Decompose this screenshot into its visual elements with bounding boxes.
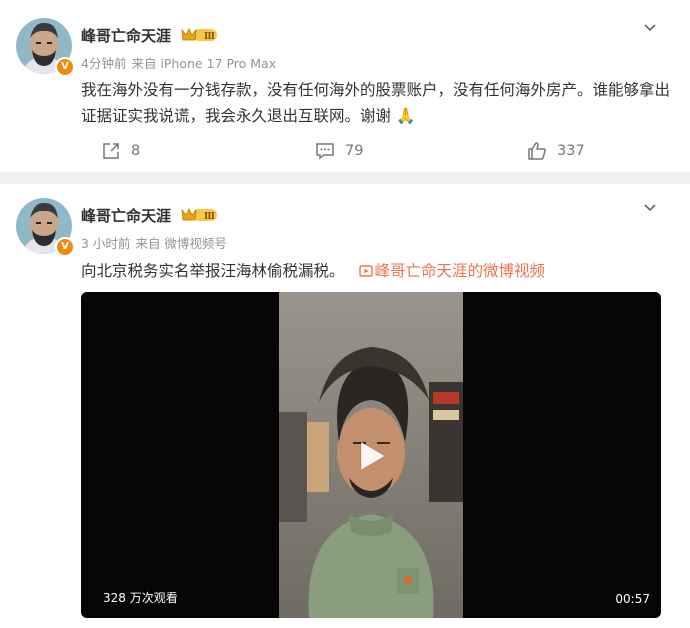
- post-time[interactable]: 4分钟前: [81, 56, 126, 71]
- video-duration: 00:57: [615, 592, 650, 606]
- author-name[interactable]: 峰哥亡命天涯: [81, 25, 171, 46]
- play-icon[interactable]: [353, 438, 389, 474]
- post-body: 向北京税务实名举报汪海林偷税漏税。: [81, 262, 345, 280]
- post-text: 向北京税务实名举报汪海林偷税漏税。 峰哥亡命天涯的微博视频: [81, 258, 671, 284]
- view-count: 328 万次观看: [103, 591, 178, 605]
- post-time[interactable]: 3 小时前: [81, 236, 130, 251]
- post-source: 来自 iPhone 17 Pro Max: [131, 56, 277, 71]
- like-button[interactable]: 337: [527, 140, 585, 162]
- level-badge-icon: Ⅲ: [181, 208, 217, 222]
- chevron-down-icon[interactable]: [642, 20, 658, 36]
- comment-button[interactable]: 79: [315, 140, 363, 162]
- video-link-icon: [358, 265, 373, 277]
- pray-emoji: 🙏: [395, 107, 416, 125]
- video-link[interactable]: 峰哥亡命天涯的微博视频: [358, 262, 546, 280]
- svg-text:Ⅲ: Ⅲ: [204, 212, 215, 222]
- repost-icon: [103, 143, 119, 159]
- level-badge-icon: Ⅲ: [181, 28, 217, 42]
- post-meta: 3 小时前 来自 微博视频号: [81, 233, 232, 252]
- post-text: 我在海外没有一分钱存款，没有任何海外的股票账户，没有任何海外房产。谁能够拿出证据…: [81, 77, 671, 129]
- verified-badge: V: [55, 237, 75, 257]
- video-link-label: 峰哥亡命天涯的微博视频: [374, 262, 546, 280]
- like-count: 337: [557, 143, 585, 159]
- thumbs-up-icon: [528, 142, 546, 160]
- comment-icon: [316, 143, 334, 160]
- post-card-1: V 峰哥亡命天涯 Ⅲ 4分钟前 来自 iPhone 17 Pro Max 我在海外…: [0, 0, 690, 172]
- verified-badge: V: [55, 57, 75, 77]
- post-source: 来自 微博视频号: [135, 236, 227, 251]
- author-name[interactable]: 峰哥亡命天涯: [81, 205, 171, 226]
- comment-count: 79: [345, 143, 364, 159]
- video-player[interactable]: 328 万次观看 00:57: [81, 292, 661, 618]
- repost-button[interactable]: 8: [101, 140, 140, 162]
- post-meta: 4分钟前 来自 iPhone 17 Pro Max: [81, 53, 281, 72]
- post-card-2: V 峰哥亡命天涯 Ⅲ 3 小时前 来自 微博视频号 向北京税务实名举报汪海林偷税漏…: [0, 184, 690, 628]
- svg-text:Ⅲ: Ⅲ: [204, 32, 215, 42]
- post-body: 我在海外没有一分钱存款，没有任何海外的股票账户，没有任何海外房产。谁能够拿出证据…: [81, 81, 671, 125]
- chevron-down-icon[interactable]: [642, 200, 658, 216]
- repost-count: 8: [131, 143, 141, 159]
